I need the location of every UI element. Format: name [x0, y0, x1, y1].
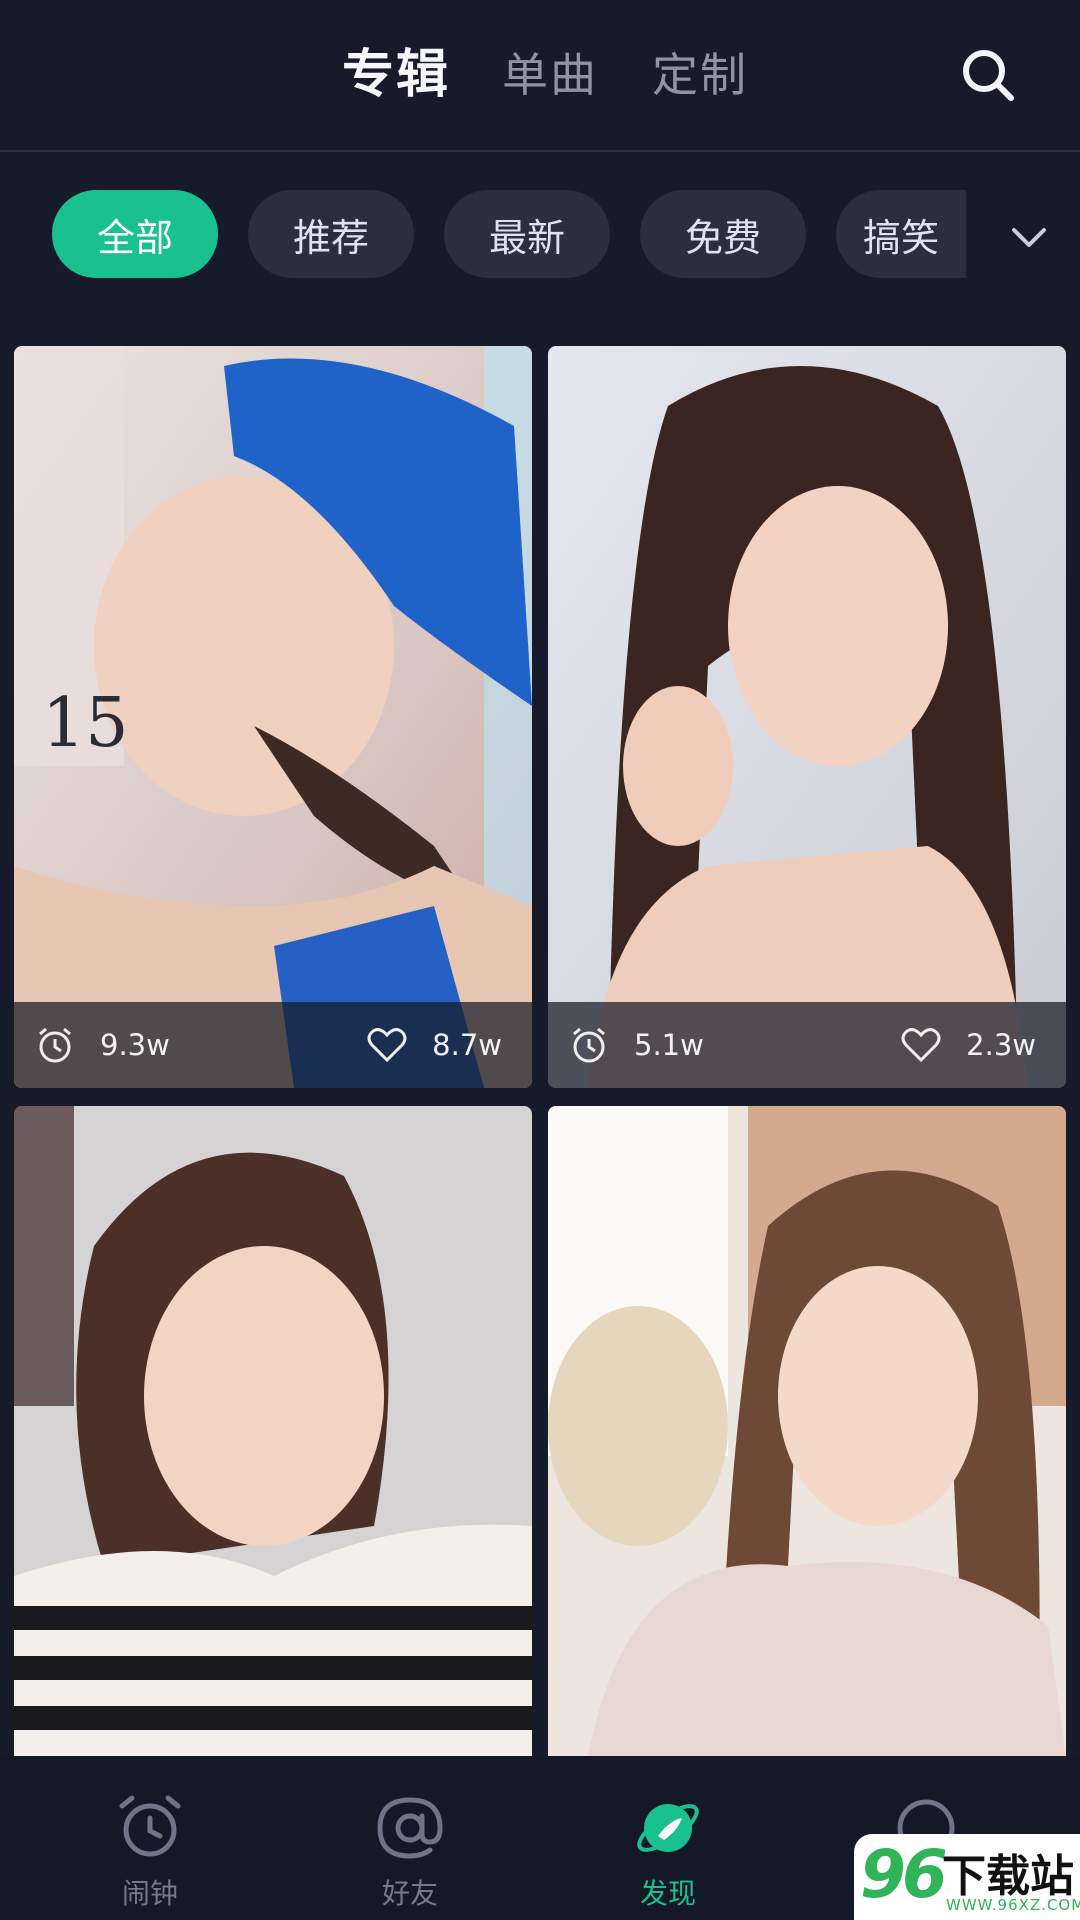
album-cover-image [548, 346, 1066, 1088]
heart-icon[interactable] [366, 1024, 408, 1066]
top-tab-bar: 专辑 单曲 定制 [0, 0, 1080, 152]
heart-icon[interactable] [900, 1024, 942, 1066]
like-count: 8.7w [432, 1028, 502, 1062]
album-cover-image [548, 1106, 1066, 1756]
nav-alarm-label: 闹钟 [121, 1877, 178, 1910]
search-icon[interactable] [958, 45, 1018, 105]
album-card[interactable] [548, 1106, 1066, 1756]
chip-funny[interactable]: 搞笑 [836, 190, 966, 278]
like-count: 2.3w [966, 1028, 1036, 1062]
watermark-logo: 96 下载站 WWW.96XZ.COM [854, 1834, 1080, 1920]
discover-planet-icon [637, 1804, 699, 1852]
svg-text:15: 15 [42, 684, 129, 763]
card-stats-bar: 5.1w 2.3w [548, 1002, 1066, 1088]
card-stats-bar: 9.3w 8.7w [14, 1002, 532, 1088]
album-card[interactable] [14, 1106, 532, 1756]
tab-album[interactable]: 专辑 [342, 40, 450, 110]
album-cover-image [14, 1106, 532, 1756]
nav-discover-label: 发现 [639, 1877, 696, 1910]
chip-all[interactable]: 全部 [52, 190, 218, 278]
alarm-clock-icon [119, 1795, 181, 1857]
play-count: 9.3w [100, 1028, 170, 1062]
watermark-url: WWW.96XZ.COM [946, 1896, 1080, 1914]
nav-discover[interactable]: 发现 [568, 1756, 768, 1920]
chip-free[interactable]: 免费 [640, 190, 806, 278]
album-card[interactable]: 15 9.3w 8.7w [14, 346, 532, 1088]
alarm-clock-icon [573, 1027, 605, 1063]
category-filter-bar: 全部 推荐 最新 免费 搞笑 [0, 190, 1080, 280]
album-cover-image: 15 [14, 346, 532, 1088]
alarm-clock-icon [39, 1027, 71, 1063]
chip-newest[interactable]: 最新 [444, 190, 610, 278]
play-count: 5.1w [634, 1028, 704, 1062]
watermark-text: 下载站 [942, 1851, 1074, 1902]
nav-friends[interactable]: 好友 [310, 1756, 510, 1920]
chevron-down-icon[interactable] [1006, 214, 1052, 260]
nav-friends-label: 好友 [381, 1877, 438, 1910]
album-card[interactable]: 5.1w 2.3w [548, 346, 1066, 1088]
tab-single[interactable]: 单曲 [502, 40, 598, 110]
watermark-number: 96 [860, 1836, 948, 1913]
tab-custom[interactable]: 定制 [652, 40, 748, 110]
chip-recommended[interactable]: 推荐 [248, 190, 414, 278]
nav-alarm[interactable]: 闹钟 [50, 1756, 250, 1920]
at-sign-icon [377, 1797, 443, 1859]
